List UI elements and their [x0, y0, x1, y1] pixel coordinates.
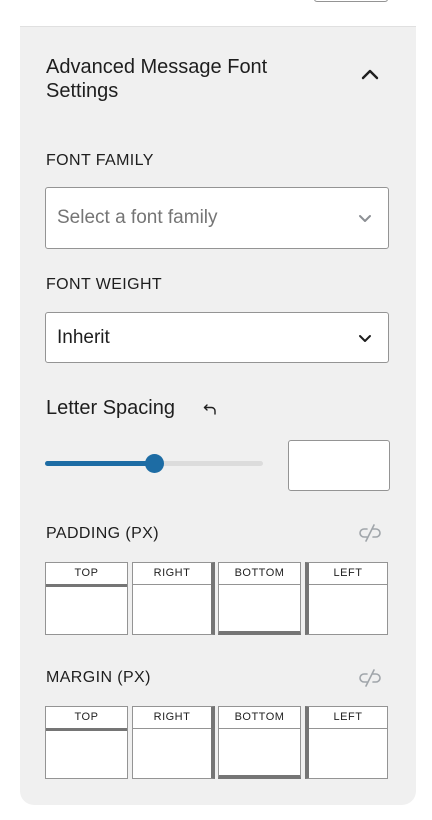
margin-left-label: LEFT — [309, 707, 387, 729]
slider-fill — [45, 461, 154, 466]
font-weight-value: Inherit — [57, 326, 110, 348]
panel-title: Advanced Message Font Settings — [46, 56, 268, 102]
margin-top-input[interactable]: TOP — [45, 706, 128, 779]
padding-right-input[interactable]: RIGHT — [132, 562, 215, 635]
padding-top-label: TOP — [46, 563, 127, 587]
chevron-down-icon — [359, 215, 371, 222]
letter-spacing-label: Letter Spacing — [46, 397, 175, 419]
padding-label: PADDING (PX) — [46, 525, 159, 542]
letter-spacing-input[interactable] — [288, 440, 390, 491]
margin-top-label: TOP — [46, 707, 127, 731]
margin-bottom-label: BOTTOM — [219, 707, 300, 729]
margin-right-input[interactable]: RIGHT — [132, 706, 215, 779]
font-weight-label: FONT WEIGHT — [46, 276, 163, 293]
unlink-icon[interactable] — [358, 668, 382, 688]
margin-bottom-input[interactable]: BOTTOM — [218, 706, 301, 779]
chevron-up-icon[interactable] — [360, 67, 380, 81]
padding-left-input[interactable]: LEFT — [305, 562, 388, 635]
letter-spacing-slider[interactable] — [45, 454, 263, 473]
padding-inputs: TOP RIGHT BOTTOM LEFT — [45, 562, 389, 636]
font-family-select[interactable]: Select a font family — [45, 187, 389, 249]
font-family-label: FONT FAMILY — [46, 152, 154, 169]
font-weight-select[interactable]: Inherit — [45, 312, 389, 363]
unlink-icon[interactable] — [358, 523, 382, 543]
margin-right-label: RIGHT — [133, 707, 211, 729]
margin-label: MARGIN (PX) — [46, 669, 151, 686]
padding-bottom-input[interactable]: BOTTOM — [218, 562, 301, 635]
top-field-edge — [314, 0, 388, 2]
margin-left-input[interactable]: LEFT — [305, 706, 388, 779]
padding-top-input[interactable]: TOP — [45, 562, 128, 635]
padding-right-label: RIGHT — [133, 563, 211, 585]
font-settings-panel: Advanced Message Font Settings FONT FAMI… — [20, 26, 416, 805]
undo-icon[interactable] — [203, 402, 217, 416]
chevron-down-icon — [359, 334, 371, 342]
font-family-placeholder: Select a font family — [57, 207, 218, 228]
margin-inputs: TOP RIGHT BOTTOM LEFT — [45, 706, 389, 780]
padding-left-label: LEFT — [309, 563, 387, 585]
padding-bottom-label: BOTTOM — [219, 563, 300, 585]
slider-thumb[interactable] — [145, 454, 164, 473]
